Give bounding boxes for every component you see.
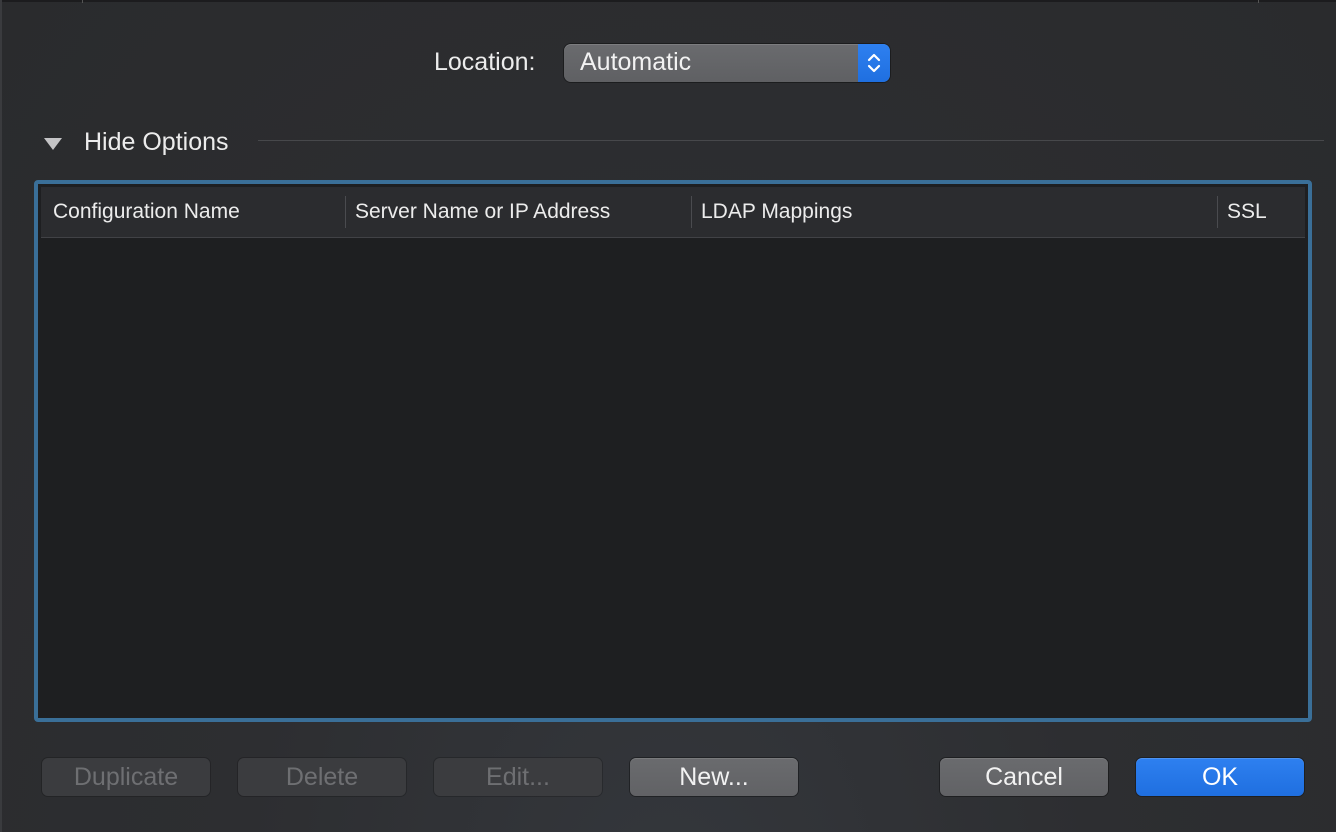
window-left-edge bbox=[0, 0, 2, 832]
edit-button[interactable]: Edit... bbox=[434, 758, 602, 796]
popup-stepper[interactable] bbox=[858, 44, 890, 82]
configurations-table[interactable]: Configuration Name Server Name or IP Add… bbox=[34, 180, 1312, 722]
window-top-edge bbox=[0, 0, 1336, 2]
new-button[interactable]: New... bbox=[630, 758, 798, 796]
table-header: Configuration Name Server Name or IP Add… bbox=[41, 187, 1305, 238]
column-divider[interactable] bbox=[1217, 196, 1218, 228]
column-divider[interactable] bbox=[345, 196, 346, 228]
ldap-configuration-sheet: Location: Automatic Hide Options Configu… bbox=[0, 0, 1336, 832]
up-down-chevron-icon bbox=[867, 53, 881, 73]
table-body[interactable] bbox=[41, 238, 1305, 714]
section-divider bbox=[258, 140, 1324, 141]
column-divider[interactable] bbox=[691, 196, 692, 228]
top-edge-tick bbox=[82, 0, 83, 3]
column-header-ldap-mappings[interactable]: LDAP Mappings bbox=[701, 187, 852, 237]
location-selected-value: Automatic bbox=[580, 48, 692, 76]
location-popup-button[interactable]: Automatic bbox=[564, 44, 890, 82]
top-edge-tick bbox=[1258, 0, 1259, 3]
duplicate-button[interactable]: Duplicate bbox=[42, 758, 210, 796]
hide-options-disclosure[interactable]: Hide Options bbox=[42, 126, 229, 158]
column-header-server-name[interactable]: Server Name or IP Address bbox=[355, 187, 610, 237]
ok-button[interactable]: OK bbox=[1136, 758, 1304, 796]
location-label: Location: bbox=[434, 48, 536, 76]
column-header-ssl[interactable]: SSL bbox=[1227, 187, 1267, 237]
column-header-configuration-name[interactable]: Configuration Name bbox=[53, 187, 240, 237]
cancel-button[interactable]: Cancel bbox=[940, 758, 1108, 796]
disclosure-triangle-icon[interactable] bbox=[42, 131, 64, 153]
delete-button[interactable]: Delete bbox=[238, 758, 406, 796]
hide-options-label[interactable]: Hide Options bbox=[84, 128, 229, 157]
